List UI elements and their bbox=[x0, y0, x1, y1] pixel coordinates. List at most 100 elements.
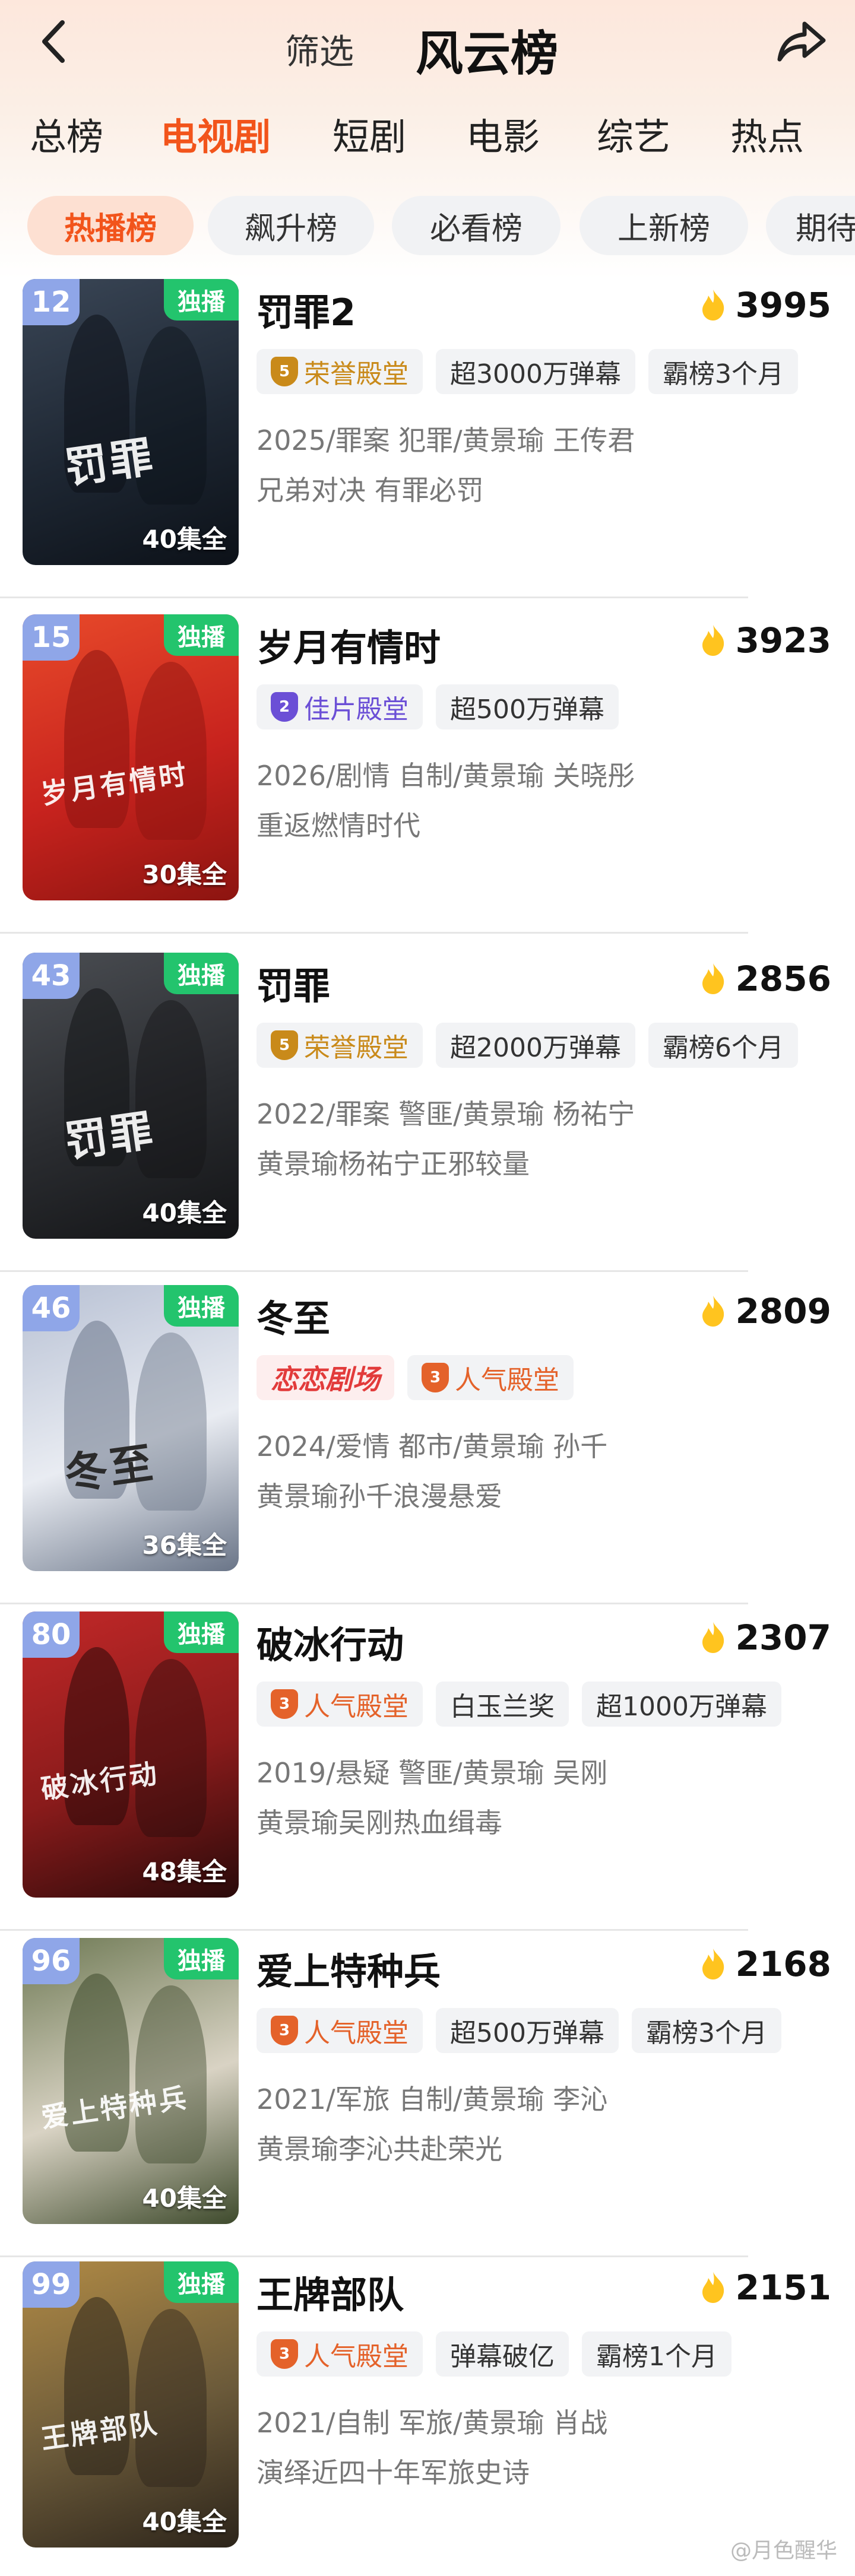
poster-title-art: 冬至 bbox=[61, 1436, 159, 1500]
heat-score: 3995 bbox=[699, 285, 831, 325]
ranking-sub-tabs: 热播榜 飙升榜 必看榜 上新榜 期待 bbox=[0, 196, 855, 255]
medal-icon: 3 bbox=[271, 1689, 298, 1719]
exclusive-badge: 独播 bbox=[164, 953, 239, 994]
tag-label: 超3000万弹幕 bbox=[450, 359, 621, 389]
poster-thumbnail[interactable]: 王牌部队 99 独播 40集全 bbox=[23, 2261, 239, 2548]
heat-score: 2151 bbox=[699, 2267, 831, 2308]
show-title[interactable]: 岁月有情时 bbox=[256, 618, 441, 671]
exclusive-badge: 独播 bbox=[164, 2261, 239, 2303]
exclusive-badge: 独播 bbox=[164, 279, 239, 321]
share-button[interactable] bbox=[772, 15, 831, 68]
episode-count: 48集全 bbox=[142, 1857, 227, 1886]
filter-link[interactable]: 筛选 bbox=[285, 24, 354, 74]
back-button[interactable] bbox=[30, 18, 77, 65]
divider bbox=[0, 1603, 748, 1604]
episode-count: 40集全 bbox=[142, 1198, 227, 1227]
heat-score: 2809 bbox=[699, 1291, 831, 1331]
tag-label: 人气殿堂 bbox=[304, 1692, 408, 1722]
tab-0[interactable]: 总榜 bbox=[30, 107, 103, 160]
tab-3[interactable]: 电影 bbox=[466, 107, 540, 160]
page-title: 风云榜 bbox=[416, 26, 558, 81]
tag-row: 5 荣誉殿堂 超3000万弹幕 霸榜3个月 bbox=[256, 349, 798, 394]
tag: 超500万弹幕 bbox=[436, 684, 619, 729]
tag: 超3000万弹幕 bbox=[436, 349, 635, 394]
tag-label: 人气殿堂 bbox=[304, 2342, 408, 2372]
list-item[interactable]: 破冰行动 80 独播 48集全 破冰行动 2307 3 人气殿堂 白玉兰奖 超1000… bbox=[0, 1611, 855, 1920]
tag: 霸榜3个月 bbox=[631, 2008, 781, 2053]
poster-thumbnail[interactable]: 岁月有情时 15 独播 30集全 bbox=[23, 614, 239, 900]
tag-label: 佳片殿堂 bbox=[304, 694, 408, 725]
flame-icon bbox=[702, 963, 724, 994]
show-title[interactable]: 王牌部队 bbox=[256, 2265, 404, 2318]
tag: 超500万弹幕 bbox=[436, 2008, 619, 2053]
poster-figure bbox=[135, 1659, 207, 1837]
show-meta: 2019/悬疑 警匪/黄景瑜 吴刚 bbox=[256, 1757, 608, 1789]
tab-1[interactable]: 电视剧 bbox=[160, 107, 271, 160]
heat-value: 2809 bbox=[735, 1291, 831, 1331]
tab-2[interactable]: 短剧 bbox=[332, 107, 406, 160]
tag-label: 超2000万弹幕 bbox=[450, 1033, 621, 1063]
share-icon bbox=[777, 21, 826, 62]
list-item[interactable]: 爱上特种兵 96 独播 40集全 爱上特种兵 2168 3 人气殿堂 超500万弹幕… bbox=[0, 1938, 855, 2247]
tab-4[interactable]: 综艺 bbox=[597, 107, 670, 160]
poster-title-art: 罚罪 bbox=[61, 430, 159, 494]
flame-icon bbox=[702, 1296, 724, 1327]
tab-5[interactable]: 热点 bbox=[730, 107, 804, 160]
tag: 3 人气殿堂 bbox=[256, 2331, 423, 2377]
poster-thumbnail[interactable]: 冬至 46 独播 36集全 bbox=[23, 1285, 239, 1571]
poster-thumbnail[interactable]: 罚罪 43 独播 40集全 bbox=[23, 953, 239, 1239]
tag-label: 超500万弹幕 bbox=[450, 694, 604, 725]
show-title[interactable]: 罚罪 bbox=[256, 956, 330, 1010]
flame-icon bbox=[702, 625, 724, 656]
show-title[interactable]: 罚罪2 bbox=[256, 283, 356, 336]
tag: 2 佳片殿堂 bbox=[256, 684, 423, 729]
episode-count: 40集全 bbox=[142, 2184, 227, 2213]
poster-thumbnail[interactable]: 罚罪 12 独播 40集全 bbox=[23, 279, 239, 565]
poster-thumbnail[interactable]: 破冰行动 80 独播 48集全 bbox=[23, 1611, 239, 1898]
sub-tab-4[interactable]: 期待 bbox=[766, 196, 855, 255]
poster-thumbnail[interactable]: 爱上特种兵 96 独播 40集全 bbox=[23, 1938, 239, 2224]
tag-label: 荣誉殿堂 bbox=[304, 1033, 408, 1063]
main-category-tabs: 总榜 电视剧 短剧 电影 综艺 热点 bbox=[0, 107, 855, 166]
sub-tab-3[interactable]: 上新榜 bbox=[580, 196, 748, 255]
show-description: 重返燃情时代 bbox=[256, 810, 420, 842]
sub-tab-2[interactable]: 必看榜 bbox=[392, 196, 560, 255]
show-title[interactable]: 爱上特种兵 bbox=[256, 1941, 441, 1995]
divider bbox=[0, 1929, 748, 1931]
tag: 3 人气殿堂 bbox=[256, 2008, 423, 2053]
heat-score: 3923 bbox=[699, 620, 831, 661]
tag: 霸榜6个月 bbox=[648, 1023, 798, 1068]
heat-value: 2168 bbox=[735, 1944, 831, 1984]
list-item[interactable]: 冬至 46 独播 36集全 冬至 2809 恋恋剧场 3 人气殿堂 2024/爱情 … bbox=[0, 1285, 855, 1594]
show-title[interactable]: 冬至 bbox=[256, 1289, 330, 1342]
tag-row: 3 人气殿堂 弹幕破亿 霸榜1个月 bbox=[256, 2331, 732, 2377]
flame-icon bbox=[702, 1622, 724, 1653]
watermark: @月色醒华 bbox=[730, 2539, 837, 2563]
tag: 5 荣誉殿堂 bbox=[256, 349, 423, 394]
tag-label: 白玉兰奖 bbox=[450, 1692, 555, 1722]
show-description: 黄景瑜吴刚热血缉毒 bbox=[256, 1807, 502, 1839]
list-item[interactable]: 王牌部队 99 独播 40集全 王牌部队 2151 3 人气殿堂 弹幕破亿 霸榜1个月… bbox=[0, 2261, 855, 2570]
list-item[interactable]: 岁月有情时 15 独播 30集全 岁月有情时 3923 2 佳片殿堂 超500万弹幕… bbox=[0, 614, 855, 923]
sub-tab-1[interactable]: 飙升榜 bbox=[208, 196, 374, 255]
medal-icon: 3 bbox=[271, 2339, 298, 2369]
sub-tab-0[interactable]: 热播榜 bbox=[27, 196, 194, 255]
tag-label: 霸榜1个月 bbox=[596, 2342, 717, 2372]
heat-score: 2168 bbox=[699, 1944, 831, 1984]
tag: 超2000万弹幕 bbox=[436, 1023, 635, 1068]
flame-icon bbox=[702, 2272, 724, 2303]
tag-label: 霸榜3个月 bbox=[662, 359, 784, 389]
show-title[interactable]: 破冰行动 bbox=[256, 1615, 404, 1668]
tag-row: 3 人气殿堂 超500万弹幕 霸榜3个月 bbox=[256, 2008, 781, 2053]
rank-badge: 43 bbox=[23, 953, 80, 999]
show-meta: 2026/剧情 自制/黄景瑜 关晓彤 bbox=[256, 760, 635, 792]
rank-badge: 12 bbox=[23, 279, 80, 325]
list-item[interactable]: 罚罪 12 独播 40集全 罚罪2 3995 5 荣誉殿堂 超3000万弹幕 霸榜3个… bbox=[0, 279, 855, 588]
show-meta: 2021/自制 军旅/黄景瑜 肖战 bbox=[256, 2407, 608, 2439]
list-item[interactable]: 罚罪 43 独播 40集全 罚罪 2856 5 荣誉殿堂 超2000万弹幕 霸榜6个月… bbox=[0, 953, 855, 1261]
medal-icon: 3 bbox=[271, 2016, 298, 2045]
show-description: 兄弟对决 有罪必罚 bbox=[256, 474, 484, 506]
heat-score: 2307 bbox=[699, 1617, 831, 1658]
poster-figure bbox=[135, 1985, 207, 2163]
episode-count: 40集全 bbox=[142, 2507, 227, 2536]
